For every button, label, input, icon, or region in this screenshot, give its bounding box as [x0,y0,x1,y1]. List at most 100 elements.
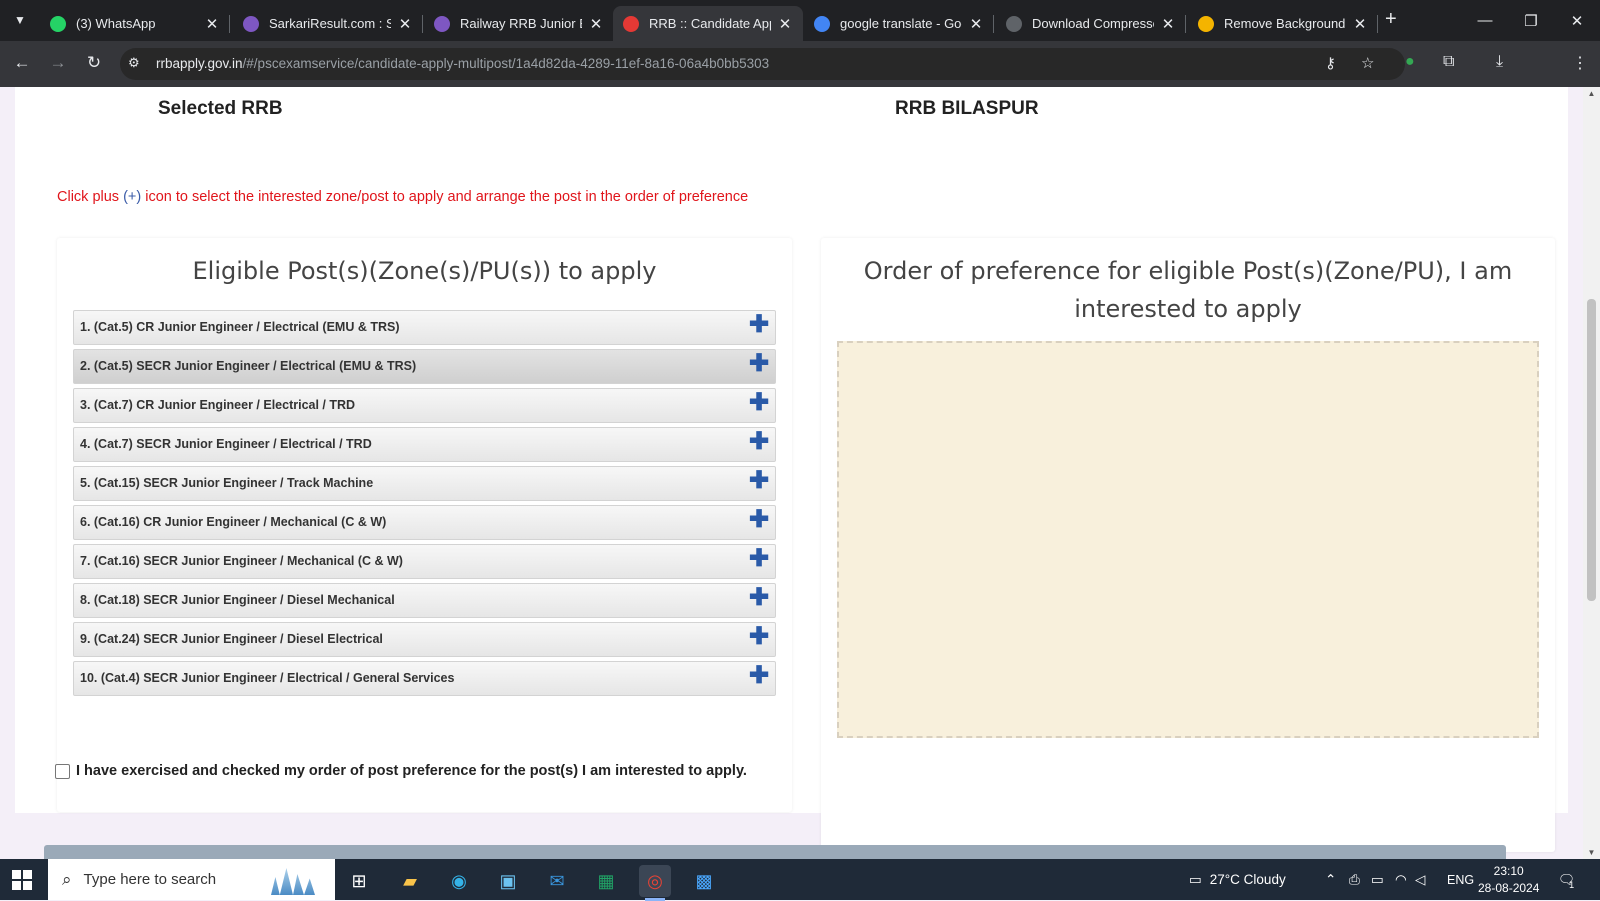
scroll-up-icon[interactable]: ▲ [1583,89,1600,98]
eligible-post-item[interactable]: 4. (Cat.7) SECR Junior Engineer / Electr… [73,427,776,462]
browser-tab[interactable]: Remove Background fr ✕ [1188,6,1378,41]
restore-icon[interactable]: ❐ [1508,0,1554,41]
close-tab-icon[interactable]: ✕ [1352,15,1368,33]
scroll-down-icon[interactable]: ▼ [1583,848,1600,857]
volume-icon[interactable]: ◁ [1415,859,1425,900]
browser-toolbar: ← → ↻ ⚙ rrbapply.gov.in/#/pscexamservice… [0,41,1600,117]
bottom-section-bar [44,845,1506,859]
preference-title: Order of preference for eligible Post(s)… [863,257,1513,323]
tab-search-icon[interactable]: ▼ [8,8,32,32]
browser-menu-icon[interactable]: ⋮ [1572,53,1588,73]
edge-icon[interactable]: ◉ [443,865,475,897]
tab-title: google translate - Goo [840,16,962,31]
close-tab-icon[interactable]: ✕ [204,15,220,33]
close-tab-icon[interactable]: ✕ [588,15,604,33]
password-key-icon[interactable]: ⚷ [1325,54,1336,72]
add-post-plus-icon[interactable]: ✚ [749,584,769,617]
add-post-plus-icon[interactable]: ✚ [749,389,769,422]
store-icon[interactable]: ▣ [492,865,524,897]
notification-center[interactable]: 🗨 1 [1558,859,1575,900]
page-scrollbar[interactable]: ▲ ▼ [1583,87,1600,859]
browser-tab[interactable]: (3) WhatsApp ✕ [40,6,230,41]
eligible-post-item[interactable]: 7. (Cat.16) SECR Junior Engineer / Mecha… [73,544,776,579]
windows-taskbar: ⌕ Type here to search ⊞ ▰ ◉ ▣ ✉ ▦ ◎ ▩ ▭ 2… [0,859,1600,901]
extensions-puzzle-icon[interactable]: ⧉ [1443,53,1454,71]
photos-icon[interactable]: ▩ [688,865,720,897]
confirm-checkbox[interactable] [55,763,70,779]
add-post-plus-icon[interactable]: ✚ [749,350,769,383]
mail-icon[interactable]: ✉ [541,865,573,897]
browser-tab[interactable]: RRB :: Candidate Apply ✕ [613,6,803,41]
google-icon [814,15,830,32]
address-bar[interactable]: ⚙ rrbapply.gov.in/#/pscexamservice/candi… [120,48,1405,80]
eligible-post-item[interactable]: 3. (Cat.7) CR Junior Engineer / Electric… [73,388,776,423]
language-indicator[interactable]: ENG [1447,859,1474,900]
confirm-preference[interactable]: I have exercised and checked my order of… [55,763,747,779]
scrollbar-thumb[interactable] [1587,299,1596,601]
chrome-icon[interactable]: ◎ [639,865,671,901]
system-clock[interactable]: 23:10 28-08-2024 [1478,863,1539,897]
tab-separator [422,15,423,33]
file-explorer-icon[interactable]: ▰ [394,865,426,897]
preference-drop-zone[interactable] [837,341,1539,738]
weather-text: 27°C Cloudy [1209,872,1286,887]
eligible-post-item[interactable]: 8. (Cat.18) SECR Junior Engineer / Diese… [73,583,776,618]
selected-rrb-value: RRB BILASPUR [895,98,1039,119]
add-post-plus-icon[interactable]: ✚ [749,311,769,344]
meet-now-icon[interactable]: ⎙ [1349,859,1360,900]
site-icon [243,15,259,32]
post-label: 8. (Cat.18) SECR Junior Engineer / Diese… [80,593,395,607]
add-post-plus-icon[interactable]: ✚ [749,467,769,500]
weather-widget[interactable]: ▭ 27°C Cloudy [1189,859,1286,900]
page-content: Selected RRB RRB BILASPUR Click plus (+)… [0,87,1583,859]
grammarly-extension-icon[interactable]: ● [1405,53,1415,71]
minimize-icon[interactable]: — [1462,0,1508,41]
taskbar-search-box[interactable]: ⌕ Type here to search [48,859,335,900]
close-tab-icon[interactable]: ✕ [968,15,984,33]
forward-icon[interactable]: → [47,53,69,73]
show-hidden-icons-icon[interactable]: ⌃ [1325,859,1336,900]
add-post-plus-icon[interactable]: ✚ [749,623,769,656]
close-tab-icon[interactable]: ✕ [1160,15,1176,33]
reload-icon[interactable]: ↻ [83,53,105,73]
wifi-icon[interactable]: ◠ [1395,859,1407,900]
browser-tab[interactable]: SarkariResult.com : Sar ✕ [233,6,423,41]
clock-date: 28-08-2024 [1478,881,1540,895]
task-view-icon[interactable]: ⊞ [343,865,375,897]
tab-title: RRB :: Candidate Apply [649,16,771,31]
eligible-post-item[interactable]: 9. (Cat.24) SECR Junior Engineer / Diese… [73,622,776,657]
battery-icon[interactable]: ▭ [1371,859,1384,900]
excel-icon[interactable]: ▦ [590,865,622,897]
back-icon[interactable]: ← [11,53,33,73]
close-tab-icon[interactable]: ✕ [397,15,413,33]
close-window-icon[interactable]: ✕ [1554,0,1600,41]
bookmark-star-icon[interactable]: ☆ [1361,54,1374,72]
windows-start-icon[interactable] [12,870,32,890]
browser-tab[interactable]: Download Compressed ✕ [996,6,1186,41]
download-icon[interactable]: ⤓ [1496,53,1503,71]
post-label: 7. (Cat.16) SECR Junior Engineer / Mecha… [80,554,403,568]
add-post-plus-icon[interactable]: ✚ [749,506,769,539]
eligible-post-item[interactable]: 1. (Cat.5) CR Junior Engineer / Electric… [73,310,776,345]
add-post-plus-icon[interactable]: ✚ [749,428,769,461]
close-tab-icon[interactable]: ✕ [777,15,793,33]
whatsapp-icon [50,15,66,32]
site-icon [434,15,450,32]
confirm-label: I have exercised and checked my order of… [76,763,747,779]
tab-separator [1377,15,1378,33]
eligible-post-item[interactable]: 5. (Cat.15) SECR Junior Engineer / Track… [73,466,776,501]
tab-title: Remove Background fr [1224,16,1346,31]
new-tab-button[interactable]: + [1385,8,1397,31]
browser-tab[interactable]: Railway RRB Junior Eng ✕ [424,6,614,41]
add-post-plus-icon[interactable]: ✚ [749,545,769,578]
eligible-post-item[interactable]: 2. (Cat.5) SECR Junior Engineer / Electr… [73,349,776,384]
eligible-post-item[interactable]: 10. (Cat.4) SECR Junior Engineer / Elect… [73,661,776,696]
add-post-plus-icon[interactable]: ✚ [749,662,769,695]
browser-tab[interactable]: google translate - Goo ✕ [804,6,994,41]
post-label: 1. (Cat.5) CR Junior Engineer / Electric… [80,320,400,334]
rrb-icon [623,15,639,32]
eligible-post-item[interactable]: 6. (Cat.16) CR Junior Engineer / Mechani… [73,505,776,540]
tab-separator [229,15,230,33]
browser-tab-strip: ▼ (3) WhatsApp✕SarkariResult.com : Sar✕R… [0,0,1600,41]
site-info-icon[interactable]: ⚙ [128,55,140,71]
